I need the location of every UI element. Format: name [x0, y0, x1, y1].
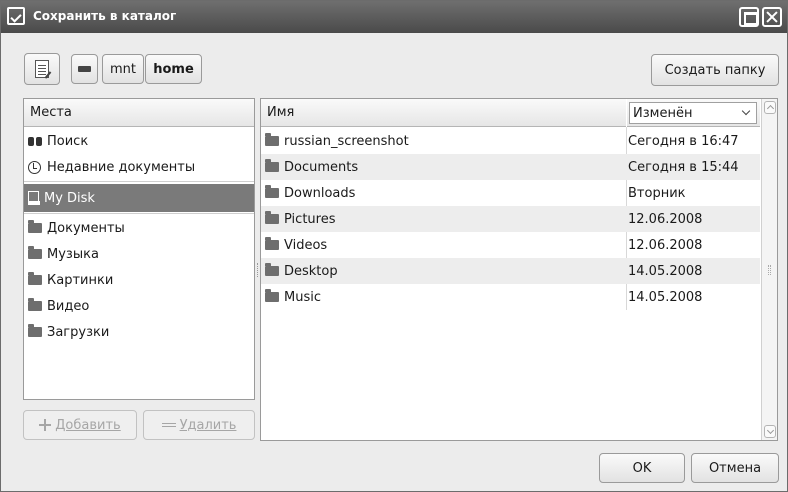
- place-item-label: Недавние документы: [47, 159, 196, 175]
- add-place-button[interactable]: Добавить: [23, 410, 137, 440]
- place-item-my-disk[interactable]: My Disk: [24, 184, 254, 212]
- column-header-name-label: Имя: [267, 105, 295, 120]
- file-name: russian_screenshot: [284, 133, 409, 149]
- folder-icon: [265, 159, 279, 172]
- file-modified: 12.06.2008: [628, 237, 703, 253]
- scroll-down-arrow-icon[interactable]: [764, 425, 776, 438]
- place-item-recent[interactable]: Недавние документы: [24, 154, 254, 180]
- file-row[interactable]: Pictures 12.06.2008: [261, 206, 760, 232]
- file-row[interactable]: Desktop 14.05.2008: [261, 258, 760, 284]
- folder-icon: [265, 133, 279, 146]
- file-modified: Сегодня в 15:44: [628, 159, 739, 175]
- file-row[interactable]: Music 14.05.2008: [261, 284, 760, 310]
- file-name: Pictures: [284, 211, 336, 227]
- file-row[interactable]: Documents Сегодня в 15:44: [261, 154, 760, 180]
- create-folder-button[interactable]: Создать папку: [651, 54, 779, 86]
- path-segment-mnt[interactable]: mnt: [102, 54, 144, 84]
- place-item-documents[interactable]: Документы: [24, 215, 254, 241]
- vertical-scrollbar[interactable]: [761, 99, 777, 440]
- recent-documents-icon: [28, 160, 41, 174]
- search-icon: [28, 134, 43, 148]
- places-separator: [24, 213, 254, 214]
- type-location-button[interactable]: [24, 53, 60, 85]
- file-modified: Вторник: [628, 185, 686, 201]
- edit-location-icon: [35, 60, 49, 78]
- disk-icon: [28, 191, 40, 205]
- window-title: Сохранить в каталог: [33, 9, 177, 23]
- folder-icon: [28, 298, 42, 311]
- remove-place-label: Удалить: [179, 417, 237, 433]
- places-separator: [24, 181, 254, 182]
- scrollbar-grip: [768, 265, 771, 275]
- folder-icon: [265, 185, 279, 198]
- place-item-music[interactable]: Музыка: [24, 241, 254, 267]
- file-name: Desktop: [284, 263, 338, 279]
- folder-icon: [265, 237, 279, 250]
- plus-icon: [39, 419, 52, 431]
- place-item-search[interactable]: Поиск: [24, 128, 254, 154]
- folder-icon: [265, 263, 279, 276]
- chevron-down-icon: [741, 106, 751, 116]
- file-name: Documents: [284, 159, 359, 175]
- file-modified: 14.05.2008: [628, 263, 703, 279]
- save-dialog: Сохранить в каталог mnt home Создать пап…: [0, 0, 788, 492]
- file-row[interactable]: Videos 12.06.2008: [261, 232, 760, 258]
- path-root-button[interactable]: [71, 54, 98, 84]
- column-header-name[interactable]: Имя: [261, 99, 626, 127]
- file-list-panel: Имя Изменён russian_screenshot Сегодня в…: [260, 98, 778, 441]
- modified-column-combo[interactable]: Изменён: [629, 102, 757, 124]
- cancel-button[interactable]: Отмена: [691, 453, 779, 483]
- folder-icon: [28, 220, 42, 233]
- place-item-label: Загрузки: [47, 324, 110, 340]
- file-name: Videos: [284, 237, 328, 253]
- remove-place-button[interactable]: Удалить: [143, 410, 255, 440]
- place-item-label: Поиск: [47, 133, 89, 149]
- maximize-button[interactable]: [739, 7, 759, 27]
- place-item-pictures[interactable]: Картинки: [24, 267, 254, 293]
- file-row[interactable]: russian_screenshot Сегодня в 16:47: [261, 128, 760, 154]
- file-row[interactable]: Downloads Вторник: [261, 180, 760, 206]
- folder-icon: [265, 211, 279, 224]
- places-header[interactable]: Места: [24, 99, 254, 127]
- minus-icon: [161, 423, 176, 427]
- place-item-label: Документы: [47, 220, 125, 236]
- column-header-modified-label: Изменён: [633, 105, 693, 121]
- file-modified: 12.06.2008: [628, 211, 703, 227]
- place-item-label: Видео: [47, 298, 90, 314]
- place-item-label: Музыка: [47, 246, 99, 262]
- scroll-up-arrow-icon[interactable]: [764, 101, 776, 114]
- place-item-label: Картинки: [47, 272, 114, 288]
- folder-icon: [28, 272, 42, 285]
- ok-button[interactable]: OK: [599, 453, 685, 483]
- folder-icon: [28, 324, 42, 337]
- column-header-modified[interactable]: Изменён: [627, 99, 760, 127]
- pane-resize-handle[interactable]: [257, 263, 259, 277]
- close-button[interactable]: [762, 7, 782, 27]
- place-item-videos[interactable]: Видео: [24, 293, 254, 319]
- folder-icon: [28, 246, 42, 259]
- places-header-label: Места: [30, 105, 72, 120]
- add-place-label: Добавить: [55, 417, 121, 433]
- place-item-label: My Disk: [44, 190, 95, 206]
- title-bar[interactable]: Сохранить в каталог: [1, 1, 787, 33]
- places-panel: Места Поиск Недавние документы My Disk Д…: [23, 98, 255, 400]
- file-modified: 14.05.2008: [628, 289, 703, 305]
- file-modified: Сегодня в 16:47: [628, 133, 739, 149]
- path-segment-home[interactable]: home: [145, 54, 202, 84]
- place-item-downloads[interactable]: Загрузки: [24, 319, 254, 345]
- save-dialog-icon: [7, 7, 25, 25]
- file-name: Music: [284, 289, 321, 305]
- drive-icon: [78, 66, 91, 72]
- file-name: Downloads: [284, 185, 356, 201]
- folder-icon: [265, 289, 279, 302]
